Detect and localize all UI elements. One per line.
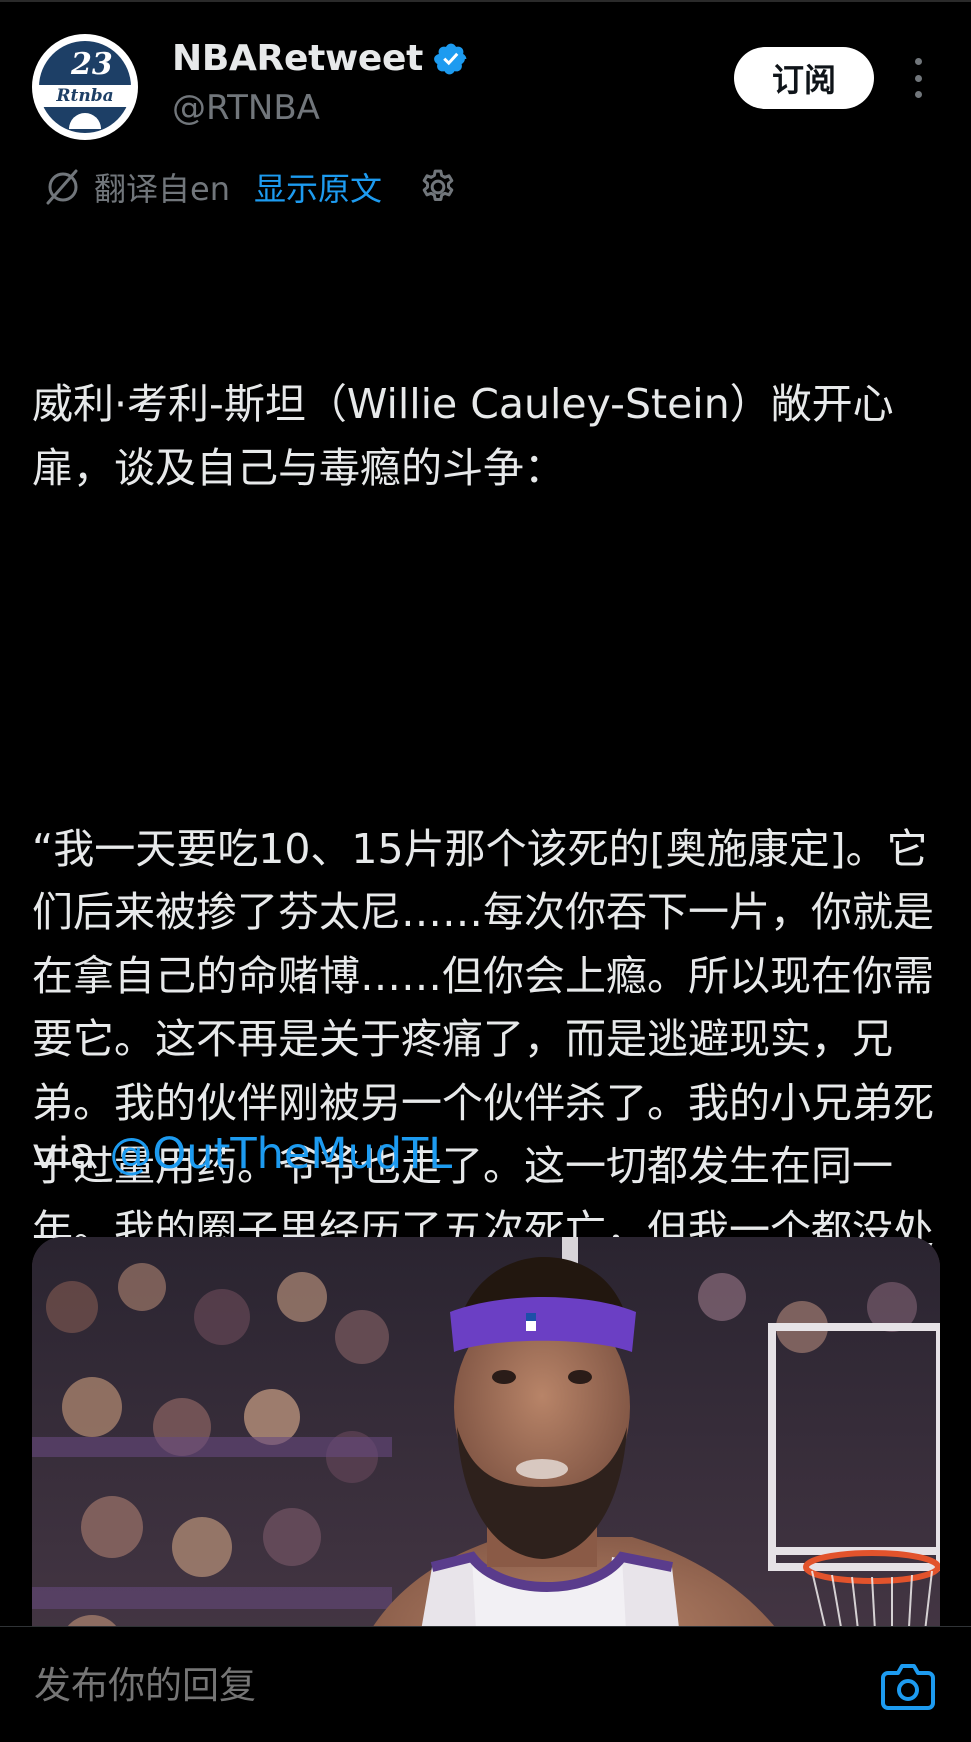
via-row: via @OutTheMudTL (32, 1124, 452, 1184)
more-dot (914, 74, 922, 82)
more-vertical-icon[interactable] (906, 58, 930, 98)
more-dot (914, 91, 922, 98)
account-name-row[interactable]: NBARetweet (172, 38, 469, 79)
translate-icon (46, 169, 78, 205)
translated-from-label: 翻译自en (94, 170, 230, 208)
verified-badge-icon (434, 43, 467, 74)
subscribe-button[interactable]: 订阅 (734, 47, 874, 109)
mention-link[interactable]: @OutTheMudTL (109, 1129, 452, 1179)
account-handle[interactable]: @RTNBA (172, 88, 320, 128)
avatar[interactable]: 23 Rtnba (32, 34, 138, 140)
avatar-number: 23 (71, 47, 113, 82)
display-name[interactable]: NBARetweet (172, 38, 423, 79)
gear-icon[interactable] (418, 167, 458, 207)
more-dot (914, 58, 922, 65)
avatar-logo: 23 Rtnba (39, 41, 131, 133)
reply-input[interactable] (32, 1649, 856, 1721)
via-label: via (32, 1129, 96, 1179)
show-original-link[interactable]: 显示原文 (254, 164, 382, 210)
tweet-text: 威利·考利-斯坦（Willie Cauley-Stein）敞开心扉，谈及自己与毒… (32, 246, 942, 1389)
basketball-icon (69, 113, 101, 129)
avatar-text: Rtnba (39, 85, 131, 107)
top-divider (0, 0, 971, 2)
camera-icon[interactable] (880, 1661, 936, 1711)
translation-row: 翻译自en 显示原文 (42, 164, 458, 210)
tweet-paragraph-intro: 威利·考利-斯坦（Willie Cauley-Stein）敞开心扉，谈及自己与毒… (32, 380, 894, 492)
reply-bar (0, 1626, 971, 1742)
tweet-paragraph-spacer (32, 627, 942, 691)
